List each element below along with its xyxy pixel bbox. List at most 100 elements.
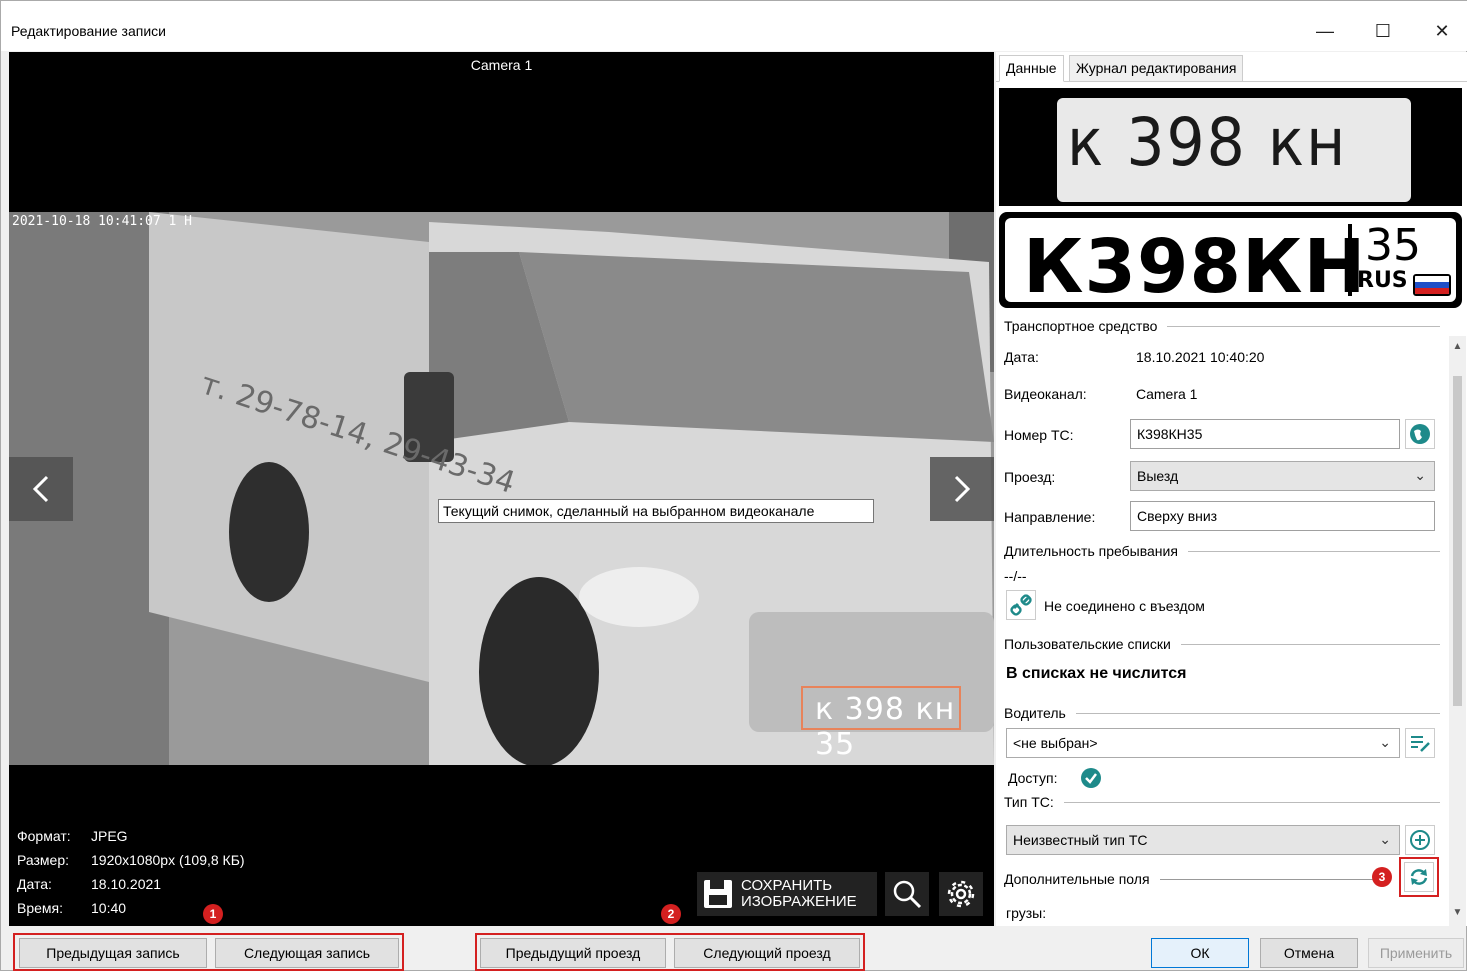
tab-data[interactable]: Данные: [999, 55, 1064, 82]
driver-list-button[interactable]: [1405, 728, 1435, 758]
timestamp-overlay: 2021-10-18 10:41:07 1 H: [12, 214, 193, 229]
link-entry-button[interactable]: [1006, 590, 1036, 620]
zoom-button[interactable]: [885, 872, 929, 916]
direction-label: Направление:: [1004, 509, 1096, 525]
magnifier-icon: [893, 880, 922, 909]
access-label: Доступ:: [1008, 770, 1058, 786]
plus-circle-icon: [1410, 830, 1430, 850]
image-viewer[interactable]: Camera 1 т. 29-78-14, 29-43-34 2021-10-1…: [9, 52, 994, 926]
info-value: JPEG: [91, 828, 128, 844]
vehicle-type-value: Неизвестный тип ТС: [1013, 832, 1148, 848]
direction-input[interactable]: Сверху вниз: [1130, 501, 1435, 531]
minimize-button[interactable]: —: [1302, 13, 1348, 49]
info-row-size: Размер: 1920x1080px (109,8 КБ): [17, 852, 245, 876]
globe-icon: [1410, 424, 1430, 444]
section-extra-title: Дополнительные поля: [1004, 871, 1150, 887]
section-extra-fields: Дополнительные поля: [1004, 871, 1374, 887]
camera-title: Camera 1: [470, 57, 533, 73]
vehicle-type-select[interactable]: Неизвестный тип ТС ⌄: [1006, 825, 1400, 855]
scroll-up-arrow[interactable]: ▲: [1449, 338, 1466, 355]
section-duration: Длительность пребывания: [1004, 543, 1440, 559]
date-label: Дата:: [1004, 349, 1039, 365]
edit-list-icon: [1411, 736, 1430, 752]
info-row-date: Дата: 18.10.2021: [17, 876, 245, 900]
section-lists-title: Пользовательские списки: [1004, 636, 1171, 652]
section-lists: Пользовательские списки: [1004, 636, 1440, 652]
plate-separator: [1348, 224, 1352, 296]
cargo-label: грузы:: [1006, 905, 1047, 921]
next-image-arrow[interactable]: [930, 457, 994, 521]
tab-edit-log[interactable]: Журнал редактирования: [1069, 55, 1244, 82]
previous-image-arrow[interactable]: [9, 457, 73, 521]
pass-select[interactable]: Выезд ⌄: [1130, 461, 1435, 491]
plate-crop-image: к 398 кн: [999, 88, 1462, 206]
section-vehicle-type: Тип ТС:: [1004, 794, 1440, 810]
ok-button[interactable]: ОК: [1151, 938, 1249, 968]
floppy-disk-icon: [704, 880, 732, 908]
info-label: Время:: [17, 900, 64, 916]
not-connected-label: Не соединено с въездом: [1044, 598, 1205, 614]
driver-select[interactable]: <не выбран> ⌄: [1006, 728, 1400, 758]
info-value: 1920x1080px (109,8 КБ): [91, 852, 245, 868]
chevron-right-icon: [954, 475, 971, 503]
plate-number: К398КН: [1023, 224, 1367, 310]
info-row-format: Формат: JPEG: [17, 828, 245, 852]
badge-1: 1: [203, 904, 223, 924]
add-vehicle-type-button[interactable]: [1405, 825, 1435, 855]
maximize-button[interactable]: ☐: [1360, 13, 1406, 49]
save-image-button[interactable]: СОХРАНИТЬ ИЗОБРАЖЕНИЕ: [697, 872, 877, 916]
section-driver: Водитель: [1004, 705, 1440, 721]
plate-body: К398КН 35 RUS: [1005, 218, 1456, 310]
russian-flag-icon: [1413, 274, 1451, 296]
previous-record-button[interactable]: Предыдущая запись: [19, 938, 207, 968]
plate-in-photo: к 398 кн 35: [815, 692, 956, 762]
info-label: Размер:: [17, 852, 70, 868]
chevron-left-icon: [32, 475, 49, 503]
window-title: Редактирование записи: [11, 23, 166, 39]
recognized-plate: К398КН 35 RUS: [999, 212, 1462, 310]
info-label: Формат:: [17, 828, 71, 844]
plate-region: 35: [1365, 220, 1421, 271]
close-button[interactable]: ✕: [1419, 13, 1465, 49]
snapshot-tooltip: Текущий снимок, сделанный на выбранном в…: [438, 499, 874, 523]
chevron-down-icon: ⌄: [1379, 734, 1391, 750]
truck-image: т. 29-78-14, 29-43-34: [9, 212, 994, 765]
vehicle-type-label: Тип ТС:: [1004, 794, 1054, 810]
gear-icon: [947, 880, 975, 908]
settings-button[interactable]: [939, 872, 983, 916]
record-data-panel: Данные Журнал редактирования к 398 кн К3…: [996, 52, 1467, 926]
plate-country: RUS: [1357, 268, 1408, 293]
tab-bar: Данные Журнал редактирования: [996, 52, 1467, 82]
channel-value: Camera 1: [1136, 386, 1198, 402]
next-pass-button[interactable]: Следующий проезд: [674, 938, 860, 968]
pass-select-value: Выезд: [1137, 468, 1179, 484]
plate-lookup-button[interactable]: [1405, 419, 1435, 449]
lists-status: В списках не числится: [1006, 665, 1187, 682]
panel-scrollbar[interactable]: ▲ ▼: [1449, 336, 1466, 926]
badge-3: 3: [1372, 867, 1392, 887]
plate-number-label: Номер ТС:: [1004, 427, 1074, 443]
info-value: 18.10.2021: [91, 876, 162, 892]
cancel-button[interactable]: Отмена: [1260, 938, 1358, 968]
check-circle-icon: [1081, 768, 1101, 788]
section-vehicle: Транспортное средство: [1004, 318, 1440, 334]
section-duration-title: Длительность пребывания: [1004, 543, 1178, 559]
plate-crop-text: к 398 кн: [1067, 104, 1348, 182]
plate-number-input[interactable]: К398КН35: [1130, 419, 1400, 449]
next-record-button[interactable]: Следующая запись: [215, 938, 399, 968]
pass-label: Проезд:: [1004, 469, 1056, 485]
scroll-thumb[interactable]: [1453, 376, 1462, 706]
apply-button[interactable]: Применить: [1368, 938, 1464, 968]
previous-pass-button[interactable]: Предыдущий проезд: [480, 938, 666, 968]
refresh-fields-button[interactable]: [1404, 862, 1434, 892]
info-value: 10:40: [91, 900, 127, 916]
scroll-down-arrow[interactable]: ▼: [1449, 904, 1466, 921]
driver-select-value: <не выбран>: [1013, 735, 1098, 751]
date-value: 18.10.2021 10:40:20: [1136, 349, 1265, 365]
save-image-label-line1: СОХРАНИТЬ: [741, 877, 833, 894]
chevron-down-icon: ⌄: [1379, 831, 1391, 847]
title-bar: Редактирование записи — ☐ ✕: [1, 1, 1467, 51]
save-image-label-line2: ИЗОБРАЖЕНИЕ: [741, 893, 857, 910]
camera-snapshot: т. 29-78-14, 29-43-34 2021-10-18 10:41:0…: [9, 212, 994, 765]
section-driver-title: Водитель: [1004, 705, 1066, 721]
